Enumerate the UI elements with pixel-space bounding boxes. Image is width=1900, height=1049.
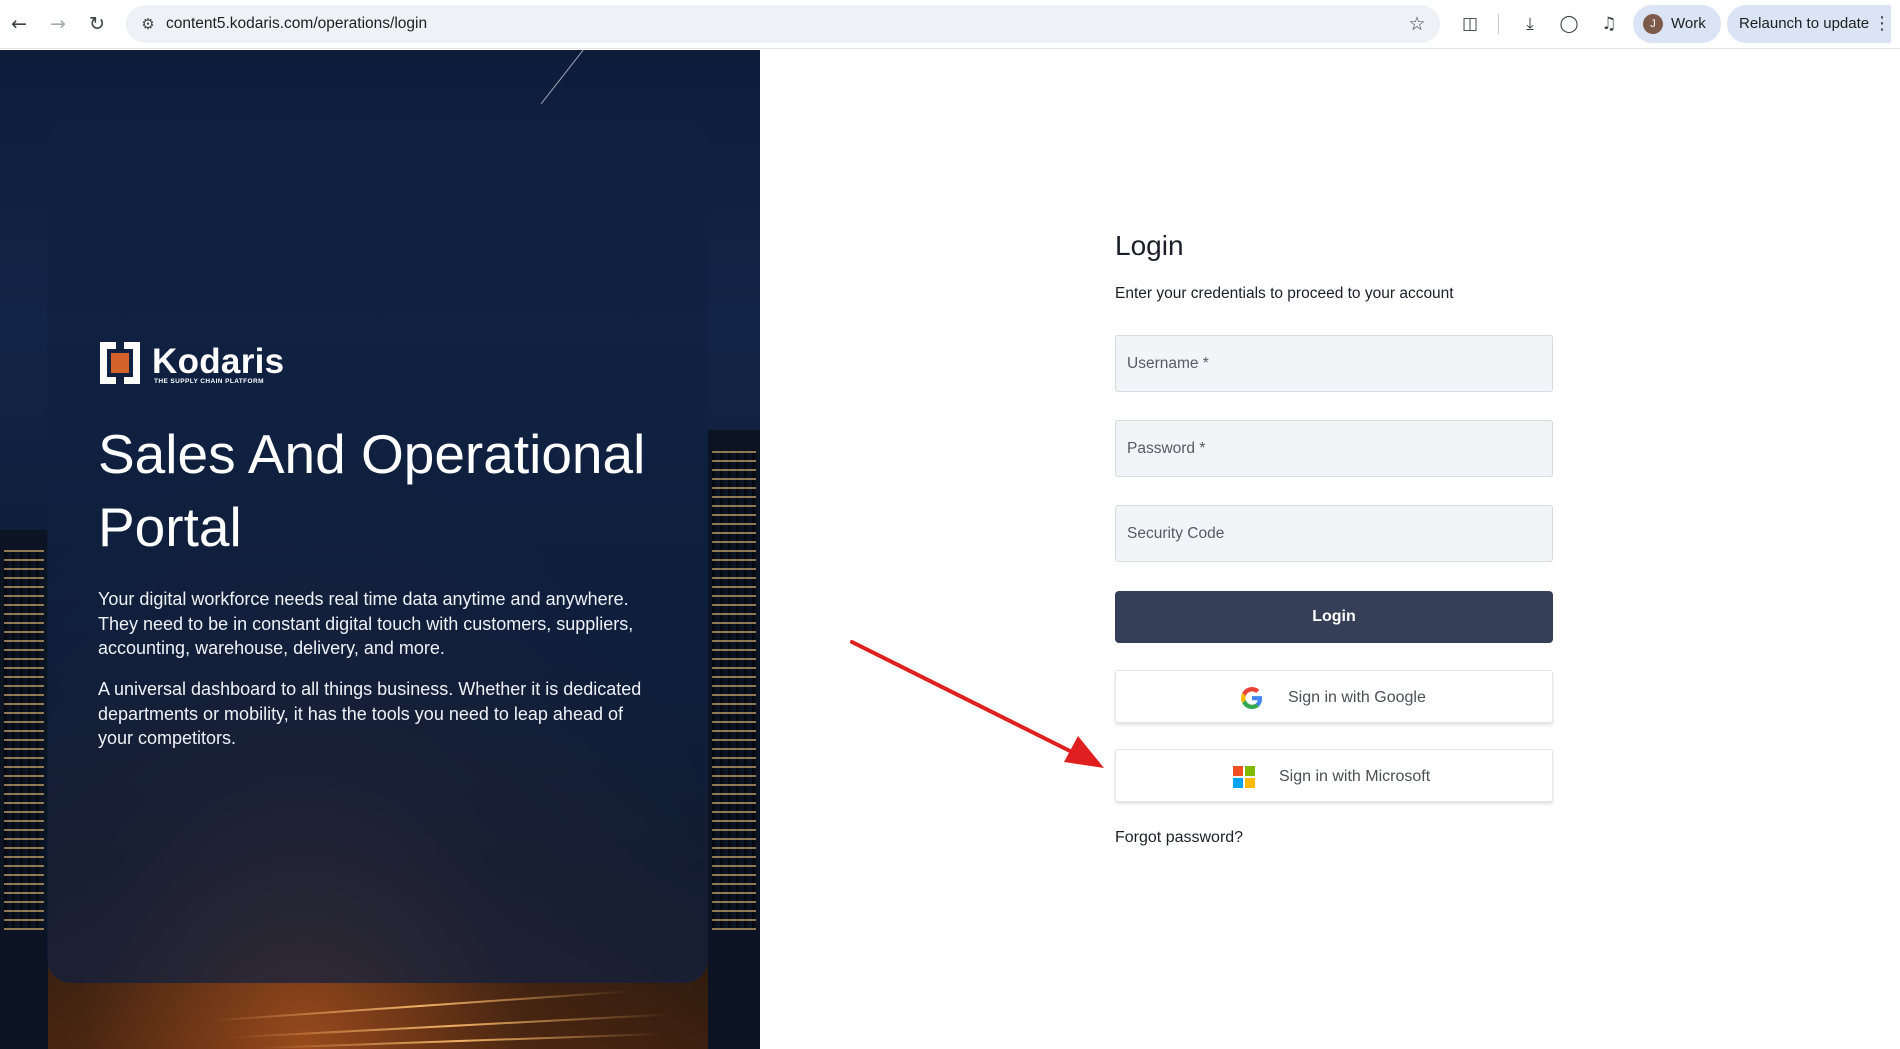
logo-text: Kodaris [152, 342, 285, 381]
microsoft-logo-icon [1233, 766, 1255, 788]
avatar: J [1643, 14, 1663, 34]
login-title: Login [1115, 230, 1184, 261]
security-code-field[interactable] [1115, 505, 1553, 562]
site-info-icon[interactable]: ⚙ [138, 14, 158, 34]
forward-arrow-icon[interactable]: → [45, 11, 71, 37]
media-control-icon[interactable]: ♫ [1596, 11, 1622, 37]
relaunch-label: Relaunch to update [1739, 15, 1870, 32]
building-lights [4, 550, 44, 930]
username-input[interactable] [1116, 336, 1552, 391]
relaunch-button[interactable]: Relaunch to update [1727, 5, 1891, 43]
hero-paragraph-2: A universal dashboard to all things busi… [98, 679, 642, 748]
microsoft-button-label: Sign in with Microsoft [1279, 768, 1431, 785]
kodaris-logo: Kodaris THE SUPPLY CHAIN PLATFORM [100, 342, 284, 388]
logo-tagline: THE SUPPLY CHAIN PLATFORM [154, 378, 264, 385]
profile-label: Work [1671, 15, 1706, 32]
building-lights [712, 450, 756, 930]
google-button-label: Sign in with Google [1288, 689, 1426, 706]
kebab-menu-icon[interactable]: ⋮ [1872, 11, 1892, 37]
address-bar[interactable]: ⚙ content5.kodaris.com/operations/login … [126, 5, 1440, 43]
login-button[interactable]: Login [1115, 591, 1553, 643]
kodaris-logo-icon [100, 342, 140, 384]
reading-mode-icon[interactable]: ◫ [1457, 11, 1483, 37]
back-arrow-icon[interactable]: ← [6, 11, 32, 37]
extensions-icon[interactable]: ◯ [1556, 11, 1582, 37]
url-text[interactable]: content5.kodaris.com/operations/login [166, 5, 427, 43]
username-field[interactable] [1115, 335, 1553, 392]
microsoft-signin-button[interactable]: Sign in with Microsoft [1115, 749, 1553, 802]
profile-button[interactable]: J Work [1633, 5, 1721, 43]
download-icon[interactable]: ⤓ [1517, 11, 1543, 37]
hero-title: Sales And Operational Portal [98, 423, 646, 558]
hero-paragraph-1: Your digital workforce needs real time d… [98, 589, 634, 658]
google-signin-button[interactable]: Sign in with Google [1115, 670, 1553, 723]
password-field[interactable] [1115, 420, 1553, 477]
bookmark-star-icon[interactable]: ☆ [1406, 13, 1428, 35]
password-input[interactable] [1116, 421, 1552, 476]
reload-icon[interactable]: ↻ [84, 11, 110, 37]
google-logo-icon [1241, 687, 1263, 709]
toolbar-divider [1498, 14, 1499, 34]
forgot-password-link[interactable]: Forgot password? [1115, 829, 1243, 847]
login-subtitle: Enter your credentials to proceed to you… [1115, 285, 1454, 302]
light-streak [540, 50, 610, 105]
browser-toolbar: ← → ↻ ⚙ content5.kodaris.com/operations/… [0, 0, 1900, 49]
annotation-arrow-icon [850, 640, 1104, 768]
security-code-input[interactable] [1116, 506, 1552, 561]
